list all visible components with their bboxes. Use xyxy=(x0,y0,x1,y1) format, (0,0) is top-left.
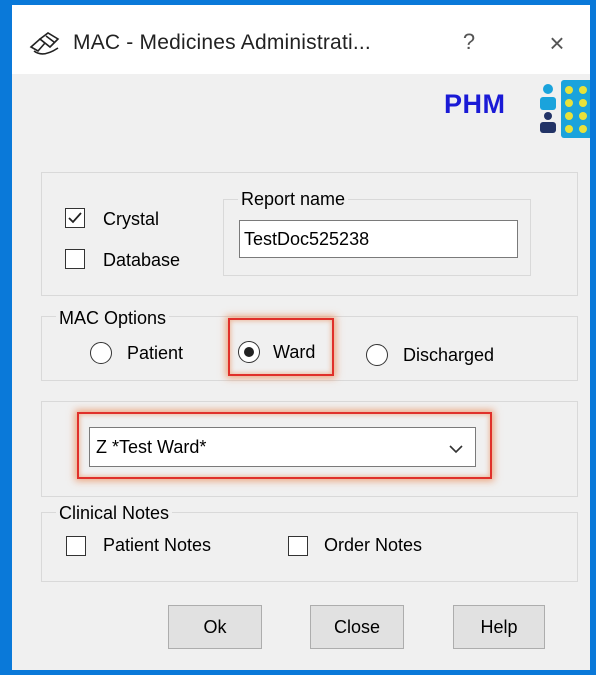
window-title: MAC - Medicines Administrati... xyxy=(73,31,371,54)
discharged-radio[interactable] xyxy=(366,344,388,366)
help-button[interactable]: Help xyxy=(453,605,545,649)
app-pill-icon xyxy=(28,30,64,60)
crystal-label: Crystal xyxy=(103,209,160,229)
help-icon[interactable]: ? xyxy=(454,27,484,57)
ward-radio-highlight xyxy=(228,318,334,376)
report-name-input[interactable] xyxy=(239,220,518,258)
patient-notes-checkbox[interactable] xyxy=(66,536,86,556)
discharged-radio-label: Discharged xyxy=(403,345,495,365)
close-icon[interactable]: × xyxy=(540,26,574,60)
window-frame-left xyxy=(0,0,12,675)
mac-options-legend: MAC Options xyxy=(56,308,170,329)
close-button[interactable]: Close xyxy=(310,605,404,649)
patient-radio-label: Patient xyxy=(127,343,184,363)
brand-text: PHM xyxy=(444,89,506,119)
crystal-checkbox[interactable] xyxy=(65,208,85,228)
window-frame-right xyxy=(590,0,596,675)
clinical-notes-legend: Clinical Notes xyxy=(56,503,173,524)
patient-notes-label: Patient Notes xyxy=(103,535,212,555)
ward-select-highlight xyxy=(77,412,492,479)
report-name-legend: Report name xyxy=(238,189,349,210)
ok-button[interactable]: Ok xyxy=(168,605,262,649)
window-frame-bottom xyxy=(0,670,596,675)
database-checkbox[interactable] xyxy=(65,249,85,269)
order-notes-checkbox[interactable] xyxy=(288,536,308,556)
database-label: Database xyxy=(103,250,181,270)
patient-radio[interactable] xyxy=(90,342,112,364)
brand-logo-icon xyxy=(531,78,593,140)
order-notes-label: Order Notes xyxy=(324,535,423,555)
window-frame-top xyxy=(0,0,596,5)
